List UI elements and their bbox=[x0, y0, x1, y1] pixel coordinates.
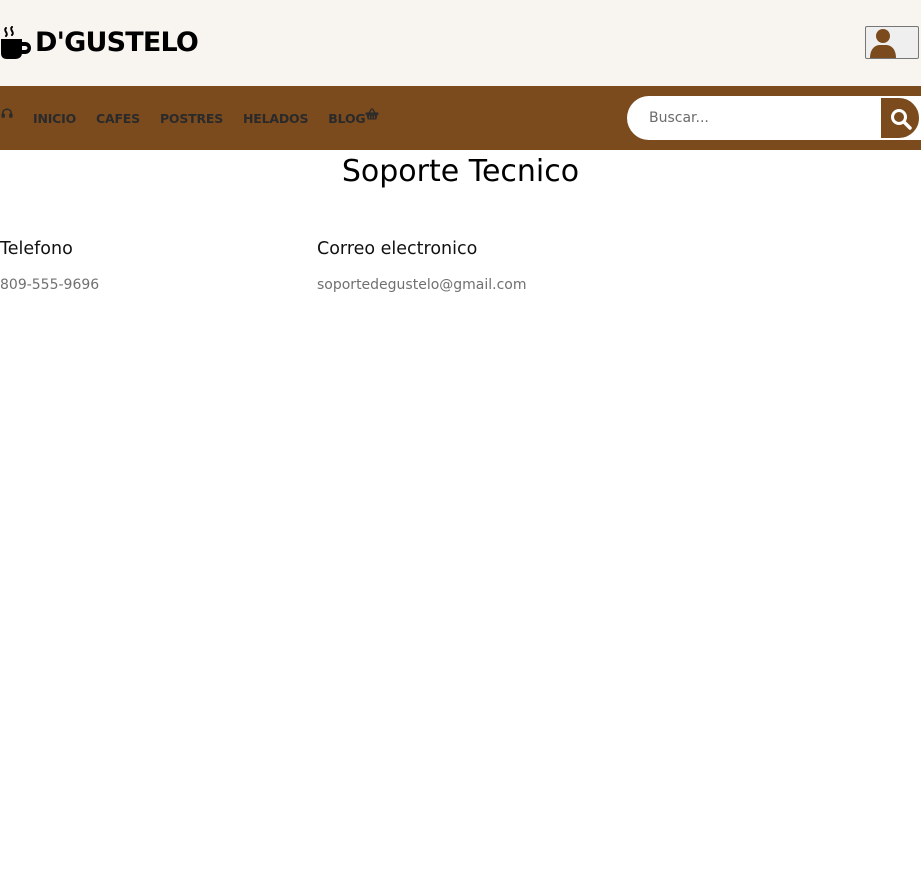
search-box bbox=[627, 96, 921, 140]
headset-icon[interactable] bbox=[1, 108, 13, 119]
coffee-cup-icon bbox=[1, 26, 31, 59]
contact-phone: Telefono 809-555-9696 bbox=[0, 236, 99, 294]
main-navbar: INICIO CAFES POSTRES HELADOS BLOG bbox=[0, 86, 921, 150]
brand-logo[interactable]: D'GUSTELO bbox=[0, 26, 199, 60]
phone-heading: Telefono bbox=[0, 239, 73, 259]
search-button[interactable] bbox=[879, 96, 921, 140]
email-value: soportedegustelo@gmail.com bbox=[317, 277, 527, 293]
search-icon bbox=[891, 109, 912, 130]
nav-link-helados[interactable]: HELADOS bbox=[243, 111, 308, 126]
shopping-basket-icon[interactable] bbox=[365, 108, 379, 120]
user-icon bbox=[870, 29, 896, 58]
nav-link-blog[interactable]: BLOG bbox=[328, 111, 365, 126]
page-title: Soporte Tecnico bbox=[341, 154, 580, 189]
nav-links: INICIO CAFES POSTRES HELADOS BLOG bbox=[33, 86, 385, 150]
user-account-button[interactable] bbox=[865, 26, 919, 59]
contact-email: Correo electronico soportedegustelo@gmai… bbox=[317, 236, 527, 294]
nav-link-cafes[interactable]: CAFES bbox=[96, 111, 140, 126]
email-heading: Correo electronico bbox=[317, 239, 478, 259]
nav-link-inicio[interactable]: INICIO bbox=[33, 111, 76, 126]
brand-name: D'GUSTELO bbox=[35, 27, 199, 58]
site-header: D'GUSTELO bbox=[0, 0, 921, 86]
search-input[interactable] bbox=[627, 96, 879, 140]
phone-value: 809-555-9696 bbox=[0, 277, 100, 293]
nav-link-postres[interactable]: POSTRES bbox=[160, 111, 223, 126]
